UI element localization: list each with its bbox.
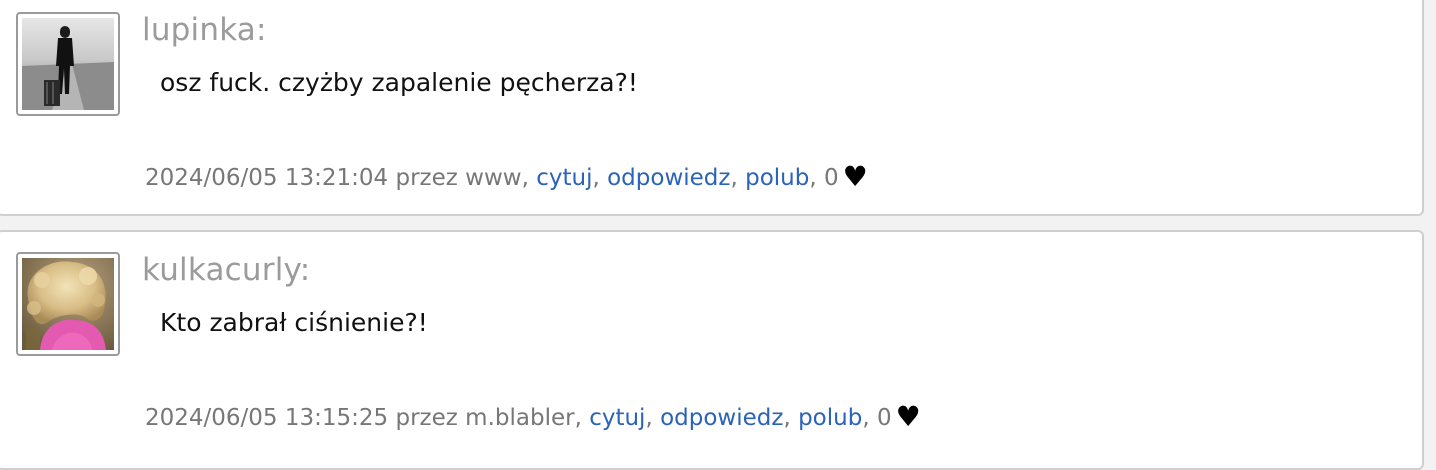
avatar[interactable] (16, 12, 120, 116)
avatar[interactable] (16, 252, 120, 356)
comment-timestamp: 2024/06/05 13:15:25 (145, 405, 389, 431)
reply-link[interactable]: odpowiedz (607, 165, 730, 191)
quote-link[interactable]: cytuj (536, 165, 592, 191)
avatar-image (22, 258, 114, 350)
like-link[interactable]: polub (798, 405, 862, 431)
by-prefix: przez (395, 165, 458, 191)
comment-card: lupinka: osz fuck. czyżby zapalenie pęch… (0, 0, 1424, 216)
comment-author[interactable]: lupinka: (142, 12, 267, 48)
avatar-image (22, 18, 114, 110)
comment-text: Kto zabrał ciśnienie?! (160, 308, 428, 337)
comment-card: kulkacurly: Kto zabrał ciśnienie?! 2024/… (0, 230, 1424, 470)
like-link[interactable]: polub (745, 165, 809, 191)
comment-poster: m.blabler (465, 405, 575, 431)
heart-icon[interactable]: ♥ (896, 400, 921, 433)
reply-link[interactable]: odpowiedz (660, 405, 783, 431)
comment-poster: www (465, 165, 522, 191)
comment-author[interactable]: kulkacurly: (142, 252, 310, 288)
by-prefix: przez (395, 405, 458, 431)
heart-icon[interactable]: ♥ (843, 160, 868, 193)
like-count: 0 (823, 165, 839, 191)
comment-meta: 2024/06/05 13:21:04 przez www, cytuj, od… (145, 160, 868, 193)
comment-text: osz fuck. czyżby zapalenie pęcherza?! (160, 68, 638, 97)
comment-meta: 2024/06/05 13:15:25 przez m.blabler, cyt… (145, 400, 921, 433)
quote-link[interactable]: cytuj (589, 405, 645, 431)
like-count: 0 (876, 405, 892, 431)
comment-timestamp: 2024/06/05 13:21:04 (145, 165, 389, 191)
